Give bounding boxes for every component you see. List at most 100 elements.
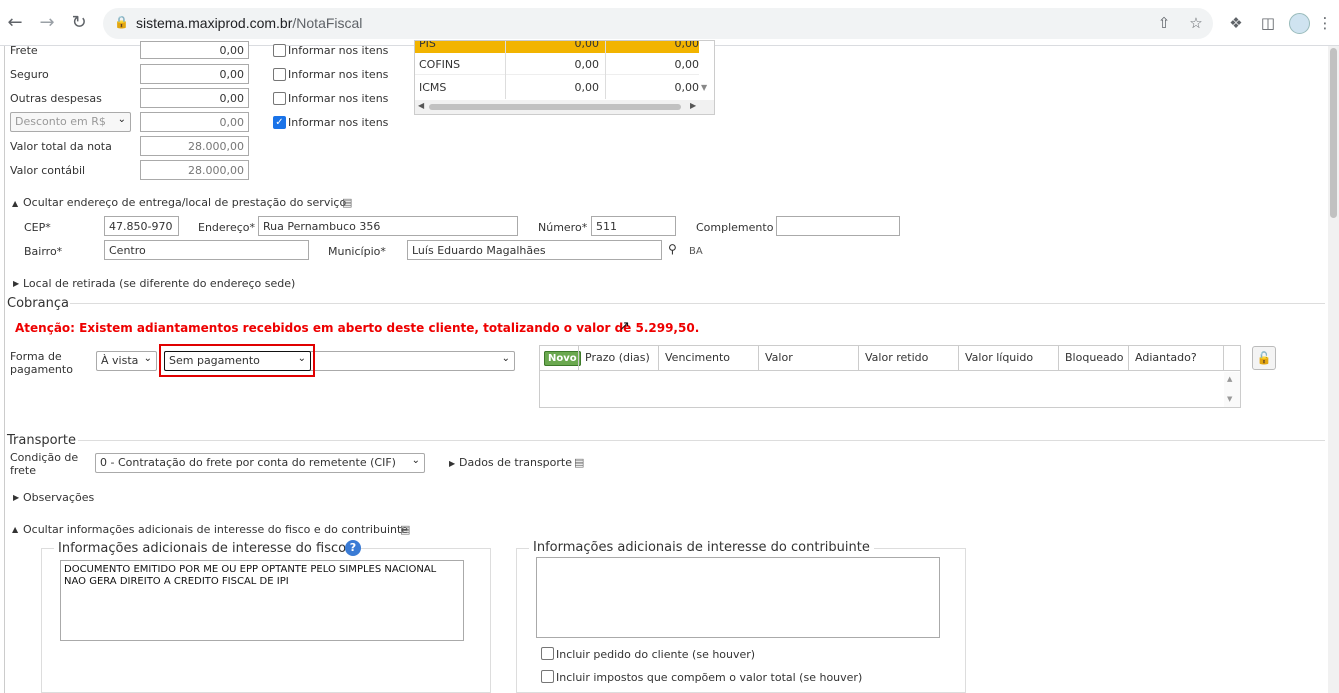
expand-icon[interactable]: ▶ [13, 279, 19, 288]
column-divider [505, 41, 506, 99]
condicao-frete-label-1: Condição de [10, 451, 79, 464]
lock-icon[interactable]: 🔓 [1252, 346, 1276, 370]
informar-itens-checkbox-seguro[interactable] [273, 68, 286, 81]
column-header[interactable]: Valor líquido [959, 346, 1059, 370]
extensions-icon[interactable]: ❖ [1227, 14, 1245, 32]
section-divider [78, 440, 1325, 441]
avatar[interactable] [1289, 13, 1310, 34]
forward-icon[interactable]: → [36, 12, 58, 34]
contribuinte-title: Informações adicionais de interesse do c… [529, 540, 874, 555]
scroll-up-icon[interactable]: ▲ [1227, 375, 1232, 383]
informar-itens-label: Informar nos itens [288, 92, 389, 105]
contribuinte-textarea[interactable] [536, 557, 940, 638]
menu-icon[interactable]: ⋮ [1316, 14, 1334, 32]
valor-total-input[interactable] [140, 136, 249, 156]
complemento-input[interactable] [776, 216, 900, 236]
lock-icon: 🔒 [114, 15, 129, 29]
back-icon[interactable]: ← [4, 12, 26, 34]
frete-input[interactable] [140, 41, 249, 59]
chevron-down-icon: ⌄ [143, 353, 152, 364]
column-header[interactable]: Prazo (dias) [578, 346, 659, 370]
observacoes-toggle[interactable]: Observações [23, 491, 94, 504]
bookmark-star-icon[interactable]: ☆ [1187, 14, 1205, 32]
section-divider [70, 303, 1325, 304]
collapse-icon[interactable]: ▲ [12, 525, 18, 534]
incluir-pedido-label: Incluir pedido do cliente (se houver) [556, 648, 756, 661]
numero-input[interactable] [591, 216, 676, 236]
incluir-impostos-label: Incluir impostos que compõem o valor tot… [556, 671, 863, 684]
side-panel-icon[interactable]: ◫ [1259, 14, 1277, 32]
horizontal-scrollbar-thumb[interactable] [429, 104, 681, 110]
fisco-textarea[interactable]: DOCUMENTO EMITIDO POR ME OU EPP OPTANTE … [60, 560, 464, 641]
valor-contabil-input[interactable] [140, 160, 249, 180]
desconto-input[interactable] [140, 112, 249, 132]
reload-icon[interactable]: ↻ [68, 12, 90, 34]
column-header[interactable]: Bloqueado [1059, 346, 1129, 370]
pagamento-select[interactable]: Sem pagamento ⌄ [164, 351, 311, 371]
collapse-icon[interactable]: ▲ [12, 199, 18, 208]
chevron-down-icon: ⌄ [297, 353, 306, 364]
share-icon[interactable]: ⇧ [1155, 14, 1173, 32]
info-list-icon[interactable]: ▤ [574, 456, 584, 469]
expand-icon[interactable]: ▶ [13, 493, 19, 502]
column-header[interactable]: Adiantado? [1129, 346, 1224, 370]
chevron-down-icon: ⌄ [117, 114, 126, 125]
tax-table: PIS 0,00 0,00 COFINS 0,00 0,00 ICMS 0,00… [414, 40, 715, 115]
external-link-icon[interactable]: ↗ [619, 319, 630, 334]
bairro-input[interactable] [104, 240, 309, 260]
adiantamento-warning: Atenção: Existem adiantamentos recebidos… [15, 321, 700, 335]
chevron-down-icon: ⌄ [501, 353, 510, 364]
column-divider [605, 41, 606, 99]
dados-transporte-toggle[interactable]: Dados de transporte [459, 456, 572, 469]
cep-input[interactable] [104, 216, 179, 236]
scroll-left-icon[interactable]: ◀ [418, 101, 424, 110]
municipio-label: Município* [328, 245, 386, 258]
column-header[interactable]: Valor retido [859, 346, 959, 370]
endereco-label: Endereço* [198, 221, 255, 234]
chevron-down-icon: ⌄ [411, 455, 420, 466]
fisco-title: Informações adicionais de interesse do f… [54, 541, 351, 556]
informar-itens-label: Informar nos itens [288, 68, 389, 81]
table-row[interactable]: COFINS 0,00 0,00 [415, 53, 699, 75]
cep-label: CEP* [24, 221, 51, 234]
frete-label: Frete [10, 44, 38, 57]
url-text[interactable]: sistema.maxiprod.com.br/NotaFiscal [136, 15, 362, 31]
info-list-icon[interactable]: ▤ [400, 523, 410, 536]
page-scrollbar-thumb[interactable] [1330, 48, 1337, 218]
local-retirada-toggle[interactable]: Local de retirada (se diferente do ender… [23, 277, 295, 290]
scroll-down-icon[interactable]: ▼ [701, 83, 707, 92]
municipio-input[interactable] [407, 240, 662, 260]
numero-label: Número* [538, 221, 588, 234]
condicao-frete-select[interactable]: 0 - Contratação do frete por conta do re… [95, 453, 425, 473]
novo-button[interactable]: Novo [544, 351, 581, 366]
table-row[interactable]: ICMS 0,00 0,00 [415, 76, 699, 98]
parcelas-grid: Novo Prazo (dias) Vencimento Valor Valor… [539, 345, 1241, 408]
endereco-input[interactable] [258, 216, 518, 236]
complemento-label: Complemento [696, 221, 774, 234]
column-header[interactable]: Valor [759, 346, 859, 370]
forma-select[interactable]: À vista ⌄ [96, 351, 157, 371]
address-toggle[interactable]: Ocultar endereço de entrega/local de pre… [23, 196, 346, 209]
seguro-input[interactable] [140, 64, 249, 84]
table-row[interactable]: PIS 0,00 0,00 [415, 41, 699, 53]
expand-icon[interactable]: ▶ [449, 459, 455, 468]
informar-itens-checkbox-desconto[interactable]: ✓ [273, 116, 286, 129]
informar-itens-label: Informar nos itens [288, 44, 389, 57]
column-header[interactable]: Vencimento [659, 346, 759, 370]
help-icon[interactable]: ? [345, 540, 361, 556]
transporte-title: Transporte [7, 433, 76, 448]
search-icon[interactable]: ⚲ [668, 242, 677, 256]
informar-itens-checkbox-frete[interactable] [273, 44, 286, 57]
uf-label: BA [689, 246, 703, 257]
scroll-down-icon[interactable]: ▼ [1227, 395, 1232, 403]
desconto-select[interactable]: Desconto em R$ ⌄ [10, 112, 131, 132]
scroll-right-icon[interactable]: ▶ [690, 101, 696, 110]
adicionais-toggle[interactable]: Ocultar informações adicionais de intere… [23, 523, 408, 536]
incluir-pedido-checkbox[interactable] [541, 647, 554, 660]
info-list-icon[interactable]: ▤ [342, 196, 352, 209]
incluir-impostos-checkbox[interactable] [541, 670, 554, 683]
seguro-label: Seguro [10, 68, 49, 81]
forma-pagamento-label-1: Forma de [10, 350, 62, 363]
outras-despesas-input[interactable] [140, 88, 249, 108]
informar-itens-checkbox-outras[interactable] [273, 92, 286, 105]
